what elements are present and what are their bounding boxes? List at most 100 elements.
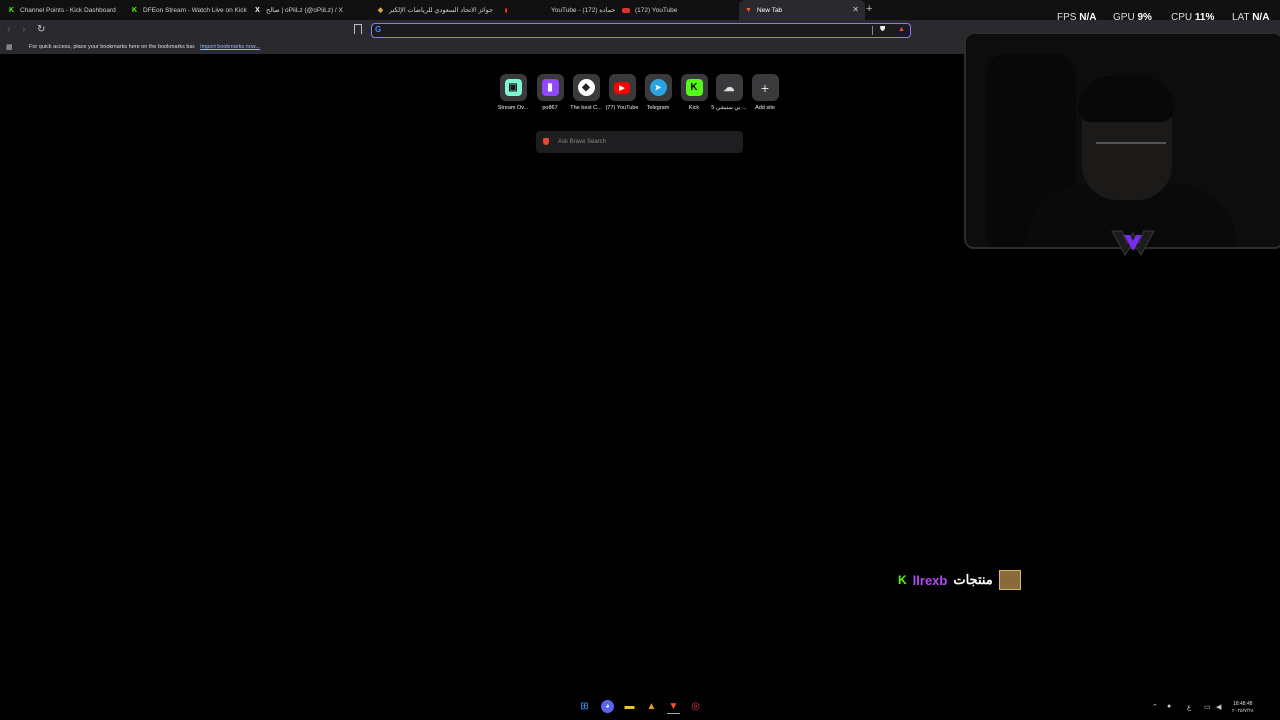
gpu-readout: GPU 9% bbox=[1113, 12, 1152, 23]
tab-dfeon-stream[interactable]: K DFEon Stream - Watch Live on Kick bbox=[131, 0, 251, 20]
kick-icon: K bbox=[131, 6, 138, 14]
bookmarks-hint-text: For quick access, place your bookmarks h… bbox=[29, 44, 196, 50]
lat-readout: LAT N/A bbox=[1232, 12, 1269, 23]
shortcut-label: Telegram bbox=[646, 105, 670, 111]
tab-label: جوائز الاتحاد السعودي للرياضات الإلكتر bbox=[389, 7, 494, 14]
tab-x-profile[interactable]: X صالح | oPiiLz (@oPiiLz) / X bbox=[254, 0, 374, 20]
fps-readout: FPS N/A bbox=[1057, 12, 1096, 23]
tab-channel-points[interactable]: K Channel Points - Kick Dashboard bbox=[8, 0, 128, 20]
tab-saudi-esports[interactable]: ◆ جوائز الاتحاد السعودي للرياضات الإلكتر bbox=[377, 0, 507, 20]
stream-overlay: K llrexb منتجات bbox=[898, 570, 1021, 590]
shortcut-label: The best C... bbox=[570, 105, 602, 111]
cpu-label: CPU bbox=[1171, 12, 1193, 23]
streamer-glasses bbox=[1096, 142, 1166, 158]
apps-grid-icon[interactable]: ▦ bbox=[6, 43, 13, 51]
vlc-icon[interactable]: ▲ bbox=[645, 700, 658, 713]
network-icon[interactable]: ▭ bbox=[1204, 703, 1211, 711]
system-clock[interactable]: 18:48:48 ٢٠٢٥/٧/٢٨ bbox=[1232, 701, 1254, 715]
windows-start-icon[interactable]: ⊞ bbox=[578, 700, 591, 713]
shortcut-youtube[interactable]: ▶ (77) YouTube bbox=[602, 74, 642, 111]
bookmark-icon[interactable] bbox=[354, 24, 362, 34]
shortcut-stream-overlay[interactable]: ▣ Stream Ov... bbox=[493, 74, 533, 111]
overlay-arabic-text: منتجات bbox=[953, 572, 993, 587]
divider bbox=[872, 26, 873, 35]
cpu-readout: CPU 11% bbox=[1171, 12, 1214, 23]
shortcut-label: (77) YouTube bbox=[605, 105, 639, 111]
tab-youtube[interactable]: (172) YouTube bbox=[622, 0, 732, 20]
shortcut-tile: + bbox=[751, 74, 779, 101]
tab-label: صالح | oPiiLz (@oPiiLz) / X bbox=[266, 7, 343, 14]
gpu-value: 9% bbox=[1137, 12, 1152, 23]
address-bar[interactable]: G ⛊ ▲ bbox=[371, 23, 911, 38]
import-bookmarks-link[interactable]: Import bookmarks now... bbox=[200, 44, 260, 50]
brave-icon: ▼ bbox=[745, 6, 752, 14]
shortcut-label: بي ستيشن 5 ... bbox=[711, 105, 747, 111]
close-tab-icon[interactable]: ✕ bbox=[852, 5, 859, 14]
youtube-icon: ▶ bbox=[614, 81, 630, 94]
brave-rewards-icon[interactable]: ▲ bbox=[898, 26, 905, 33]
brave-search-box[interactable]: Ask Brave Search bbox=[536, 131, 743, 153]
microphone-icon[interactable]: ● bbox=[1167, 703, 1171, 710]
tab-label: Channel Points - Kick Dashboard bbox=[20, 6, 116, 14]
shortcut-telegram[interactable]: ➤ Telegram bbox=[638, 74, 678, 111]
reload-icon[interactable]: ↻ bbox=[37, 24, 45, 35]
streamer-hair bbox=[1078, 76, 1174, 122]
clock-time: 18:48:48 bbox=[1233, 701, 1253, 707]
w-logo-icon bbox=[1111, 230, 1155, 256]
bookmarks-hint: For quick access, place your bookmarks h… bbox=[29, 44, 260, 50]
forward-icon[interactable]: › bbox=[22, 24, 25, 35]
new-tab-plus-icon[interactable]: + bbox=[866, 3, 872, 15]
streamer-name: llrexb bbox=[912, 572, 948, 588]
clock-date: ٢٠٢٥/٧/٢٨ bbox=[1232, 708, 1254, 714]
search-placeholder: Ask Brave Search bbox=[558, 139, 607, 145]
discord-icon[interactable]: ◕ bbox=[601, 700, 614, 713]
telegram-icon: ➤ bbox=[649, 79, 667, 96]
shortcut-tile: ▶ bbox=[608, 74, 636, 101]
shortcut-ps5[interactable]: ☁ بي ستيشن 5 ... bbox=[709, 74, 749, 111]
tab-label: YouTube - حماده (172) bbox=[551, 7, 616, 14]
file-explorer-icon[interactable]: ▬ bbox=[623, 700, 636, 713]
brave-taskbar-icon[interactable]: ▼ bbox=[667, 700, 680, 714]
shortcut-tile: ▮ bbox=[536, 74, 564, 101]
tab-label: DFEon Stream - Watch Live on Kick bbox=[143, 6, 247, 14]
gpu-label: GPU bbox=[1113, 12, 1135, 23]
twitch-icon: ▮ bbox=[541, 79, 559, 96]
kick-logo-icon: K bbox=[898, 573, 907, 587]
shortcut-tile: ☁ bbox=[715, 74, 743, 101]
brave-icon bbox=[543, 138, 549, 145]
shortcut-tile: K bbox=[680, 74, 708, 101]
volume-icon[interactable]: ◀ bbox=[1216, 703, 1221, 711]
tab-new-tab[interactable]: ▼ New Tab ✕ bbox=[739, 0, 865, 20]
avatar bbox=[998, 570, 1021, 590]
streamlabs-icon: ▣ bbox=[504, 79, 522, 96]
chevron-up-icon[interactable]: ⌃ bbox=[1152, 703, 1158, 711]
language-indicator[interactable]: ع bbox=[1187, 703, 1191, 711]
shortcut-add-site[interactable]: + Add site bbox=[745, 74, 785, 111]
brave-shields-icon[interactable]: ⛊ bbox=[880, 26, 885, 34]
google-icon: G bbox=[375, 25, 382, 34]
tab-youtube-hamada[interactable]: YouTube - حماده (172) bbox=[551, 0, 621, 20]
lat-label: LAT bbox=[1232, 12, 1250, 23]
x-icon: X bbox=[255, 6, 260, 14]
chrome-icon[interactable]: ◎ bbox=[689, 700, 702, 713]
shortcut-kick[interactable]: K Kick bbox=[674, 74, 714, 111]
lat-value: N/A bbox=[1252, 12, 1270, 23]
fps-label: FPS bbox=[1057, 12, 1077, 23]
award-icon: ◆ bbox=[377, 7, 384, 14]
shield-icon: ◆ bbox=[577, 79, 595, 96]
shortcut-tile: ▣ bbox=[499, 74, 527, 101]
shortcut-the-best[interactable]: ◆ The best C... bbox=[566, 74, 606, 111]
fps-value: N/A bbox=[1079, 12, 1097, 23]
kick-icon: K bbox=[685, 79, 703, 96]
shortcut-label: Kick bbox=[688, 105, 700, 111]
youtube-icon bbox=[505, 7, 507, 13]
youtube-icon bbox=[622, 7, 630, 13]
back-icon[interactable]: ‹ bbox=[7, 24, 10, 35]
cloud-icon: ☁ bbox=[723, 82, 735, 94]
shortcut-po867[interactable]: ▮ po867 bbox=[530, 74, 570, 111]
tab-label: (172) YouTube bbox=[635, 6, 678, 14]
shortcut-tile: ➤ bbox=[644, 74, 672, 101]
shortcut-label: po867 bbox=[542, 105, 558, 111]
shortcut-label: Add site bbox=[755, 105, 775, 111]
webcam-feed bbox=[964, 32, 1280, 249]
